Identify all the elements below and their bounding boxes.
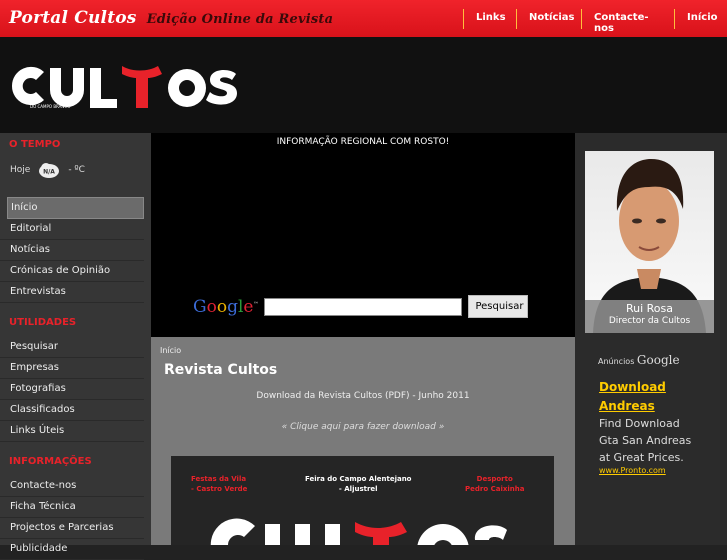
ad-title-link[interactable]: Download Andreas (599, 378, 689, 416)
menu-item-publicidade[interactable]: Publicidade (0, 539, 144, 560)
brand-name: Portal Cultos (9, 8, 137, 28)
director-photo: Rui Rosa Director da Cultos (585, 151, 714, 333)
weather-widget: Hoje N/A - ºC (0, 155, 151, 185)
cultos-logo[interactable]: DO CAMPO BRANCO (8, 62, 238, 114)
top-bar: Portal Cultos Edição Online da Revista L… (0, 0, 727, 37)
cover-headline-mid: Feira do Campo Alentejano - Aljustrel (305, 475, 412, 493)
ads-label-text: Anúncios (598, 357, 635, 366)
nav-links[interactable]: Links (463, 9, 516, 29)
cover-headline-right: Desporto Pedro Caixinha (465, 475, 525, 493)
cover-logo-graphic (210, 518, 507, 545)
brand-tagline: Edição Online da Revista (146, 12, 334, 27)
slogan-banner: INFORMAÇÃO REGIONAL COM ROSTO! Google™ P… (151, 133, 575, 337)
ads-google-logo: Google (636, 353, 680, 367)
google-search: Google™ Pesquisar (193, 295, 529, 318)
main-menu: Início Editorial Notícias Crónicas de Op… (0, 197, 151, 303)
logo-subtext: DO CAMPO BRANCO (30, 104, 70, 109)
ad-url-link[interactable]: www.Pronto.com (599, 466, 666, 475)
weather-cloud-icon: N/A (39, 163, 60, 178)
page-title: Revista Cultos (164, 362, 278, 378)
weather-icon-text: N/A (43, 169, 55, 176)
menu-item-cronicas[interactable]: Crónicas de Opinião (0, 261, 144, 282)
nav-inicio[interactable]: Início (674, 9, 727, 29)
menu-item-entrevistas[interactable]: Entrevistas (0, 282, 144, 303)
nav-noticias[interactable]: Notícias (516, 9, 581, 29)
menu-item-pesquisar[interactable]: Pesquisar (0, 337, 144, 358)
director-name: Rui Rosa (625, 302, 674, 315)
util-menu: Pesquisar Empresas Fotografias Classific… (0, 337, 151, 442)
menu-item-inicio[interactable]: Início (7, 197, 144, 219)
menu-item-projectos[interactable]: Projectos e Parcerias (0, 518, 144, 539)
info-menu: Contacte-nos Ficha Técnica Projectos e P… (0, 476, 151, 560)
menu-item-classificados[interactable]: Classificados (0, 400, 144, 421)
right-sidebar: Rui Rosa Director da Cultos Anúncios Goo… (575, 133, 727, 545)
nav-contacte-nos[interactable]: Contacte-nos (581, 9, 674, 34)
top-nav: Links Notícias Contacte-nos Início (463, 9, 727, 34)
main-content: INFORMAÇÃO REGIONAL COM ROSTO! Google™ P… (151, 133, 575, 545)
left-sidebar: O TEMPO Hoje N/A - ºC Início Editorial N… (0, 133, 151, 560)
menu-item-contacte-nos[interactable]: Contacte-nos (0, 476, 144, 497)
cover-headline-left: Festas da Vila - Castro Verde (191, 475, 248, 493)
utilidades-title: UTILIDADES (9, 317, 77, 328)
weather-title: O TEMPO (9, 139, 61, 150)
menu-item-empresas[interactable]: Empresas (0, 358, 144, 379)
download-text: Download da Revista Cultos (PDF) - Junho… (256, 391, 470, 401)
magazine-cover[interactable]: Festas da Vila - Castro Verde Feira do C… (171, 456, 554, 545)
ad-body-text: Find Download Gta San Andreas at Great P… (599, 417, 692, 464)
slogan-text: INFORMAÇÃO REGIONAL COM ROSTO! (276, 137, 450, 147)
weather-day: Hoje (10, 165, 31, 175)
menu-item-ficha-tecnica[interactable]: Ficha Técnica (0, 497, 144, 518)
weather-temp: - ºC (68, 165, 85, 175)
menu-item-fotografias[interactable]: Fotografias (0, 379, 144, 400)
download-link[interactable]: « Clique aqui para fazer download » (151, 422, 575, 432)
search-button[interactable]: Pesquisar (468, 295, 529, 318)
menu-item-noticias[interactable]: Notícias (0, 240, 144, 261)
breadcrumb[interactable]: Início (160, 346, 181, 355)
director-role: Director da Cultos (608, 316, 691, 326)
google-tm: ™ (253, 300, 259, 307)
photo-caption: Rui Rosa Director da Cultos (585, 300, 714, 333)
logo-graphic: DO CAMPO BRANCO (11, 66, 237, 109)
menu-item-editorial[interactable]: Editorial (0, 219, 144, 240)
search-input[interactable] (264, 297, 463, 316)
menu-item-links-uteis[interactable]: Links Úteis (0, 421, 144, 442)
google-logo: Google™ (193, 296, 259, 317)
ads-label[interactable]: Anúncios Google (598, 353, 680, 367)
brand-title[interactable]: Portal Cultos Edição Online da Revista (9, 8, 333, 28)
header-banner: DO CAMPO BRANCO (0, 37, 727, 133)
informacoes-title: INFORMAÇÕES (9, 456, 92, 467)
